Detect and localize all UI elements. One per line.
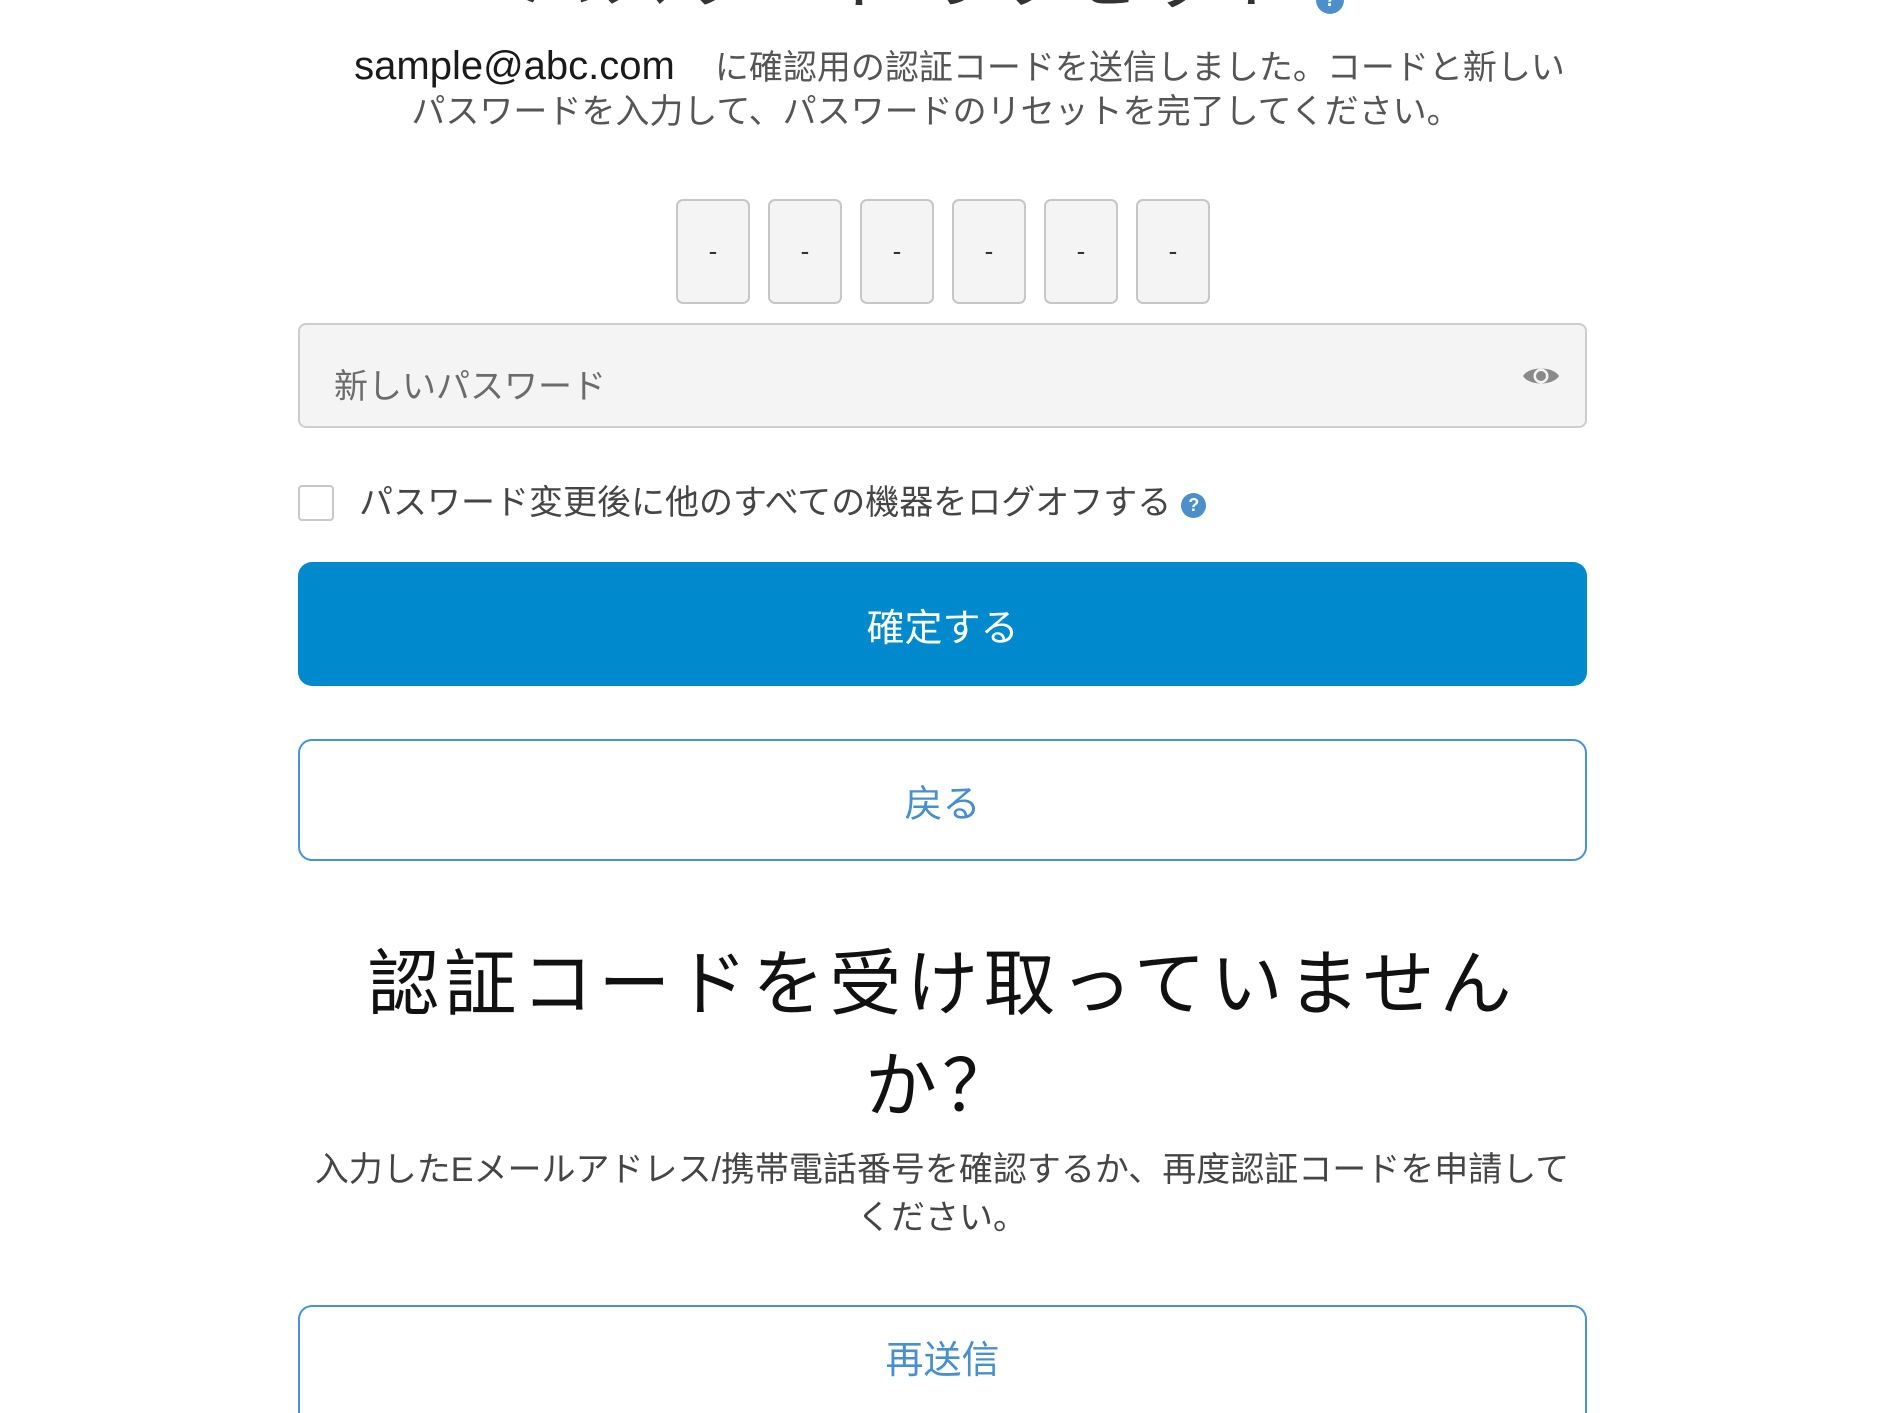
code-digit-6[interactable] (1136, 199, 1210, 304)
back-button[interactable]: 戻る (298, 739, 1587, 861)
code-digit-3[interactable] (860, 199, 934, 304)
eye-icon[interactable] (1522, 364, 1560, 388)
code-not-received-heading: 認証コードを受け取っていませんか？ (367, 945, 1517, 1127)
resend-button-label: 再送信 (885, 1340, 1000, 1382)
logoff-all-devices-label: パスワード変更後に他のすべての機器をログオフする? (359, 481, 1207, 525)
verification-code-inputs (676, 199, 1210, 304)
confirm-button-label: 確定する (866, 607, 1019, 650)
code-digit-4[interactable] (952, 199, 1026, 304)
instruction-message-line1: sample@abc.com に確認用の認証コードを送信しました。コードと新しい (0, 42, 1884, 90)
resend-button[interactable]: 再送信 (298, 1305, 1587, 1413)
help-glyph: ? (1323, 0, 1337, 11)
help-icon[interactable]: ? (1181, 492, 1207, 518)
instruction-message-line2: パスワードを入力して、パスワードのリセットを完了してください。 (411, 93, 1461, 131)
code-digit-5[interactable] (1044, 199, 1118, 304)
code-digit-2[interactable] (768, 199, 842, 304)
back-button-label: 戻る (904, 783, 981, 826)
page-title: パスワードのリセット (0, 0, 1884, 28)
logoff-all-devices-checkbox[interactable] (298, 485, 334, 521)
new-password-input[interactable] (298, 323, 1587, 428)
help-glyph: ? (1188, 494, 1200, 515)
target-email: sample@abc.com (354, 44, 675, 88)
instruction-text-line1: に確認用の認証コードを送信しました。コードと新しい (714, 49, 1565, 87)
new-password-field (298, 323, 1587, 428)
code-digit-1[interactable] (676, 199, 750, 304)
confirm-button[interactable]: 確定する (298, 562, 1587, 686)
code-not-received-description: 入力したEメールアドレス/携帯電話番号を確認するか、再度認証コードを申請してくだ… (314, 1151, 1570, 1237)
logoff-all-devices-text: パスワード変更後に他のすべての機器をログオフする (359, 484, 1172, 522)
